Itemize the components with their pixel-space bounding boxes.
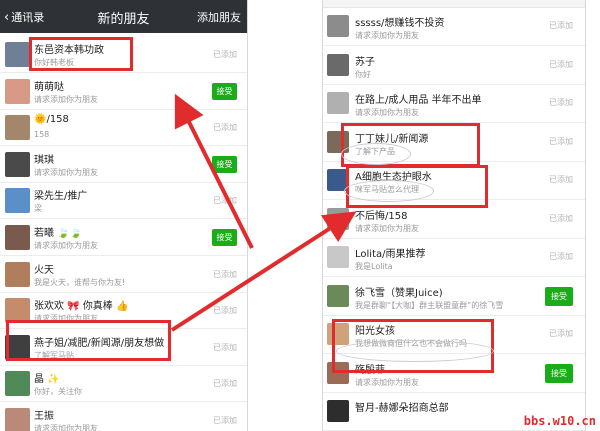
avatar-icon xyxy=(327,284,349,307)
avatar-icon xyxy=(327,15,349,37)
request-message: 请求添加你为朋友 xyxy=(355,223,419,233)
avatar-icon xyxy=(327,246,349,268)
avatar-icon xyxy=(5,115,30,141)
contact-name: 🌞/158 xyxy=(34,114,69,126)
avatar-icon xyxy=(5,42,30,67)
request-message: 请求添加你为朋友 xyxy=(34,94,98,104)
list-item[interactable]: Lolita/雨果推荐 我是Lolita 已添加 xyxy=(323,239,585,277)
contact-name: 琪琪 xyxy=(34,154,54,166)
added-status: 已添加 xyxy=(549,98,573,107)
list-item[interactable]: 晶 ✨ 你好，关注你 已添加 xyxy=(0,366,247,403)
request-message: 请求添加你为朋友 xyxy=(355,108,419,117)
request-message: 请求添加你为朋友 xyxy=(34,424,98,431)
contact-name: 苏子 xyxy=(355,56,375,68)
contact-name: 梁先生/推广 xyxy=(34,191,88,203)
list-item[interactable]: 若曦 🍃🍃 请求添加你为朋友 接受 xyxy=(0,220,247,256)
contact-name: 在路上/成人用品 半年不出单 xyxy=(355,95,482,106)
highlight-oval xyxy=(336,340,494,362)
contact-name: 徐飞雪（赞果Juice) xyxy=(355,287,443,299)
added-status: 已添加 xyxy=(549,136,573,146)
list-item[interactable]: 萌萌哒 请求添加你为朋友 接受 xyxy=(0,74,247,110)
contact-name: 王振 xyxy=(34,411,54,422)
request-message: 你好 xyxy=(355,69,371,79)
request-message: 我是Lolita xyxy=(355,262,393,271)
added-status: 已添加 xyxy=(213,342,237,352)
list-item[interactable]: 王振请求添加你为朋友 已添加 xyxy=(0,403,247,431)
added-status: 已添加 xyxy=(549,252,573,261)
contact-name: 若曦 🍃🍃 xyxy=(34,228,83,239)
highlight-box xyxy=(6,320,171,361)
highlight-oval xyxy=(341,143,411,165)
contact-name: sssss/想赚钱不投资 xyxy=(355,18,445,29)
contact-name: Lolita/雨果推荐 xyxy=(355,249,426,260)
contact-name: 智月-赫娜朵招商总部 xyxy=(355,403,449,414)
list-item[interactable]: 徐飞雪（赞果Juice) 我是群聊“【大咖】群主联盟童群”的徐飞雪 接受 xyxy=(323,278,585,316)
added-status: 已添加 xyxy=(213,50,237,59)
avatar-icon xyxy=(5,408,30,431)
accept-button[interactable]: 接受 xyxy=(212,155,237,173)
request-message: 你好，关注你 xyxy=(34,387,82,397)
top-spacer xyxy=(323,0,585,8)
contact-name: 张欢欢 🎀 你真棒 👍 xyxy=(34,301,129,313)
added-status: 已添加 xyxy=(213,123,237,133)
request-message: 请求添加你为朋友 xyxy=(34,241,98,250)
list-item[interactable]: 在路上/成人用品 半年不出单 请求添加你为朋友 已添加 xyxy=(323,85,585,123)
avatar-icon xyxy=(5,151,30,177)
added-status: 已添加 xyxy=(213,416,237,425)
list-item[interactable]: 火天 我是火天，谁帮与你为友! 已添加 xyxy=(0,257,247,293)
request-message: 我是群聊“【大咖】群主联盟童群”的徐飞雪 xyxy=(355,300,504,310)
accept-button[interactable]: 接受 xyxy=(212,82,237,100)
added-status: 已添加 xyxy=(549,175,573,184)
avatar-icon xyxy=(327,92,349,114)
list-item[interactable]: 琪琪 请求添加你为朋友 接受 xyxy=(0,147,247,183)
highlight-box xyxy=(29,37,133,71)
avatar-icon xyxy=(327,400,349,422)
avatar-icon xyxy=(327,207,349,230)
added-status: 已添加 xyxy=(213,196,237,206)
watermark: bbs.w10.cn xyxy=(523,414,596,428)
contact-name: 晶 ✨ xyxy=(34,374,60,386)
added-status: 已添加 xyxy=(213,306,237,316)
avatar-icon xyxy=(5,225,30,250)
added-status: 已添加 xyxy=(549,329,573,338)
list-item[interactable]: 梁先生/推广梁 已添加 xyxy=(0,183,247,220)
contact-name: 不后悔/158 xyxy=(355,210,408,222)
avatar-icon xyxy=(5,261,30,287)
added-status: 已添加 xyxy=(549,21,573,30)
contact-name: 火天 xyxy=(34,264,54,276)
request-message: 158 xyxy=(34,130,50,140)
avatar-icon xyxy=(5,78,30,104)
accept-button[interactable]: 接受 xyxy=(212,229,237,246)
request-message: 请求添加你为朋友 xyxy=(355,31,419,40)
add-friend-button[interactable]: 添加朋友 xyxy=(197,9,241,25)
avatar-icon xyxy=(5,188,30,214)
request-message: 我是火天，谁帮与你为友! xyxy=(34,277,126,287)
avatar-icon xyxy=(327,53,349,76)
request-message: 梁 xyxy=(34,204,42,214)
accept-button[interactable]: 接受 xyxy=(545,286,573,306)
added-status: 已添加 xyxy=(213,269,237,279)
contact-name: 萌萌哒 xyxy=(34,81,64,93)
avatar-icon xyxy=(5,371,30,397)
request-message: 请求添加你为朋友 xyxy=(34,167,98,177)
list-item[interactable]: 苏子 你好 已添加 xyxy=(323,47,585,85)
request-message: 请求添加你为朋友 xyxy=(355,377,419,387)
highlight-oval xyxy=(344,180,434,202)
added-status: 已添加 xyxy=(549,59,573,69)
added-status: 已添加 xyxy=(549,213,573,223)
list-item[interactable]: sssss/想赚钱不投资 请求添加你为朋友 已添加 xyxy=(323,8,585,46)
accept-button[interactable]: 接受 xyxy=(545,363,573,383)
nav-bar: ‹ 通讯录 新的朋友 添加朋友 xyxy=(0,0,247,33)
list-item[interactable]: 🌞/158 158 已添加 xyxy=(0,110,247,147)
added-status: 已添加 xyxy=(213,379,237,389)
